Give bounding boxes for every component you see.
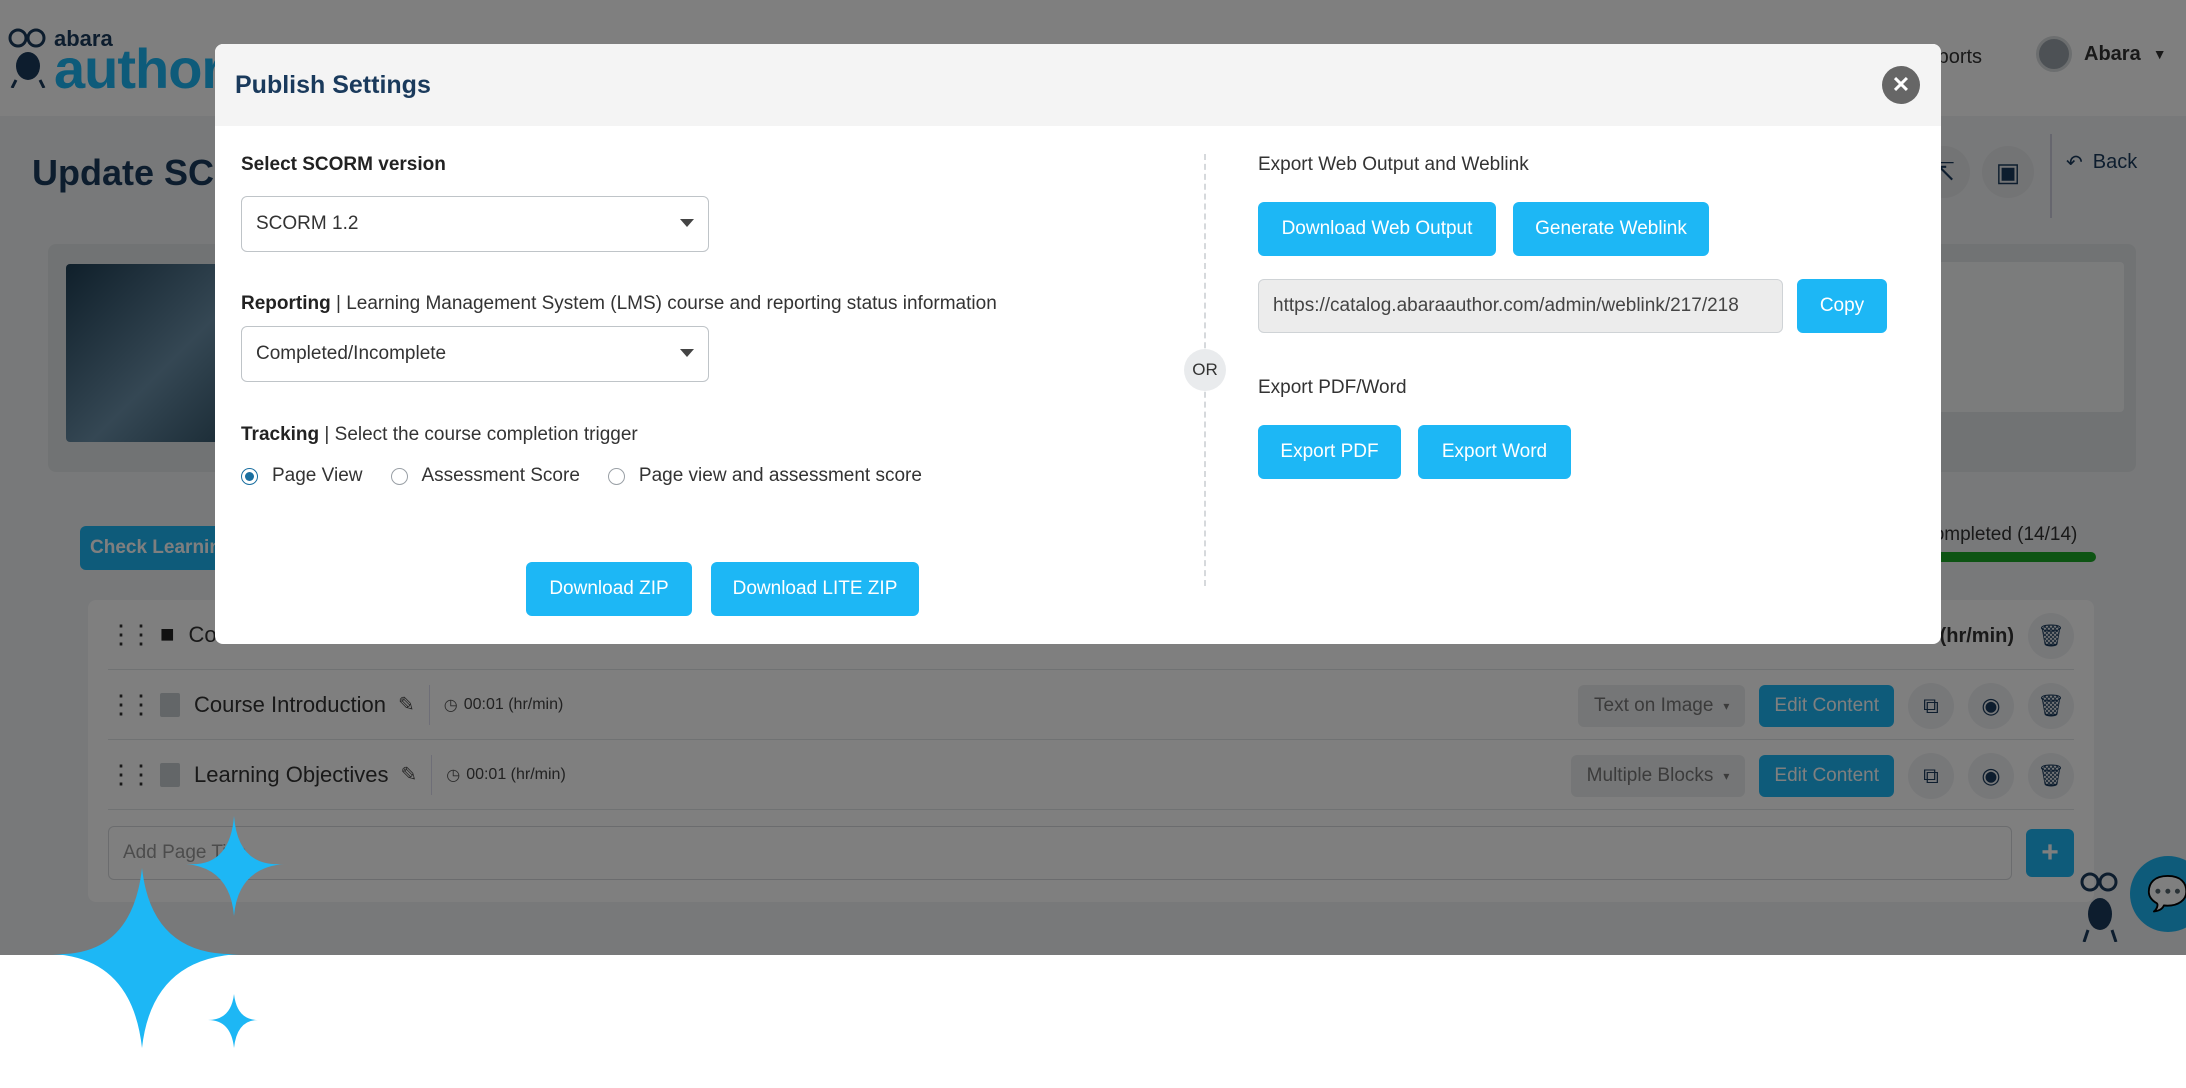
scorm-version-select[interactable]: SCORM 1.2	[241, 196, 709, 252]
radio-button[interactable]	[241, 467, 258, 485]
radio-page-view-and-assessment[interactable]: Page view and assessment score	[607, 465, 922, 487]
chevron-down-icon	[680, 219, 694, 227]
download-lite-zip-button[interactable]: Download LITE ZIP	[711, 562, 919, 616]
tracking-label-bold: Tracking	[241, 424, 320, 445]
download-web-output-button[interactable]: Download Web Output	[1258, 202, 1496, 256]
copy-button[interactable]: Copy	[1797, 279, 1887, 333]
radio-page-view[interactable]: Page View	[241, 465, 363, 487]
export-word-button[interactable]: Export Word	[1418, 425, 1571, 479]
export-pdf-button[interactable]: Export PDF	[1258, 425, 1401, 479]
scorm-version-label: Select SCORM version	[241, 154, 446, 176]
export-pdf-word-label: Export PDF/Word	[1258, 377, 1407, 398]
sparkle-icon	[52, 816, 284, 1048]
chevron-down-icon	[680, 349, 694, 357]
close-icon[interactable]: ✕	[1882, 66, 1920, 104]
modal-header: Publish Settings	[215, 44, 1941, 126]
or-badge: OR	[1184, 349, 1226, 391]
radio-label: Page View	[272, 465, 363, 486]
weblink-field[interactable]: https://catalog.abaraauthor.com/admin/we…	[1258, 279, 1783, 333]
tracking-label: Tracking | Select the course completion …	[241, 424, 638, 446]
reporting-value: Completed/Incomplete	[256, 343, 447, 364]
scorm-version-value: SCORM 1.2	[256, 213, 359, 234]
radio-button[interactable]	[607, 467, 625, 485]
modal-title: Publish Settings	[235, 70, 431, 99]
reporting-label: Reporting | Learning Management System (…	[241, 293, 997, 315]
radio-label: Page view and assessment score	[638, 465, 922, 486]
tracking-label-desc: | Select the course completion trigger	[319, 424, 638, 445]
radio-button[interactable]	[390, 467, 408, 485]
radio-label: Assessment Score	[421, 465, 580, 486]
reporting-label-desc: | Learning Management System (LMS) cours…	[330, 293, 997, 314]
generate-weblink-button[interactable]: Generate Weblink	[1513, 202, 1709, 256]
web-output-label: Export Web Output and Weblink	[1258, 154, 1529, 175]
screen: abara author Reports Abara ▼ Update SCOR…	[0, 0, 2186, 1088]
download-zip-button[interactable]: Download ZIP	[526, 562, 692, 616]
scorm-version-label-text: Select SCORM version	[241, 154, 446, 175]
tracking-options: Page View Assessment Score Page view and…	[241, 465, 950, 487]
radio-assessment-score[interactable]: Assessment Score	[390, 465, 580, 487]
publish-settings-modal: Publish Settings ✕ Select SCORM version …	[215, 44, 1941, 644]
reporting-select[interactable]: Completed/Incomplete	[241, 326, 709, 382]
reporting-label-bold: Reporting	[241, 293, 331, 314]
